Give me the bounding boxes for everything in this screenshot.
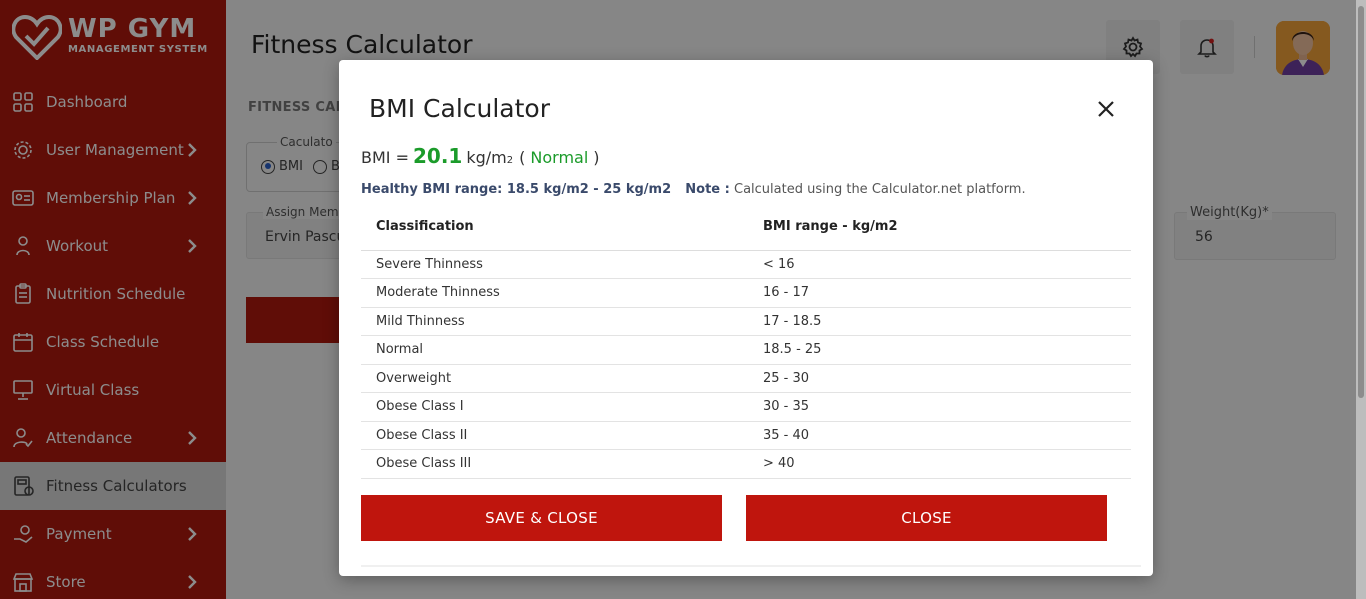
save-close-button[interactable]: SAVE & CLOSE — [361, 495, 722, 541]
table-row: Moderate Thinness 16 - 17 — [361, 278, 1131, 308]
table-row: Severe Thinness < 16 — [361, 250, 1131, 279]
table-cell: Obese Class II — [361, 421, 748, 450]
close-icon[interactable] — [1095, 98, 1117, 120]
table-row: Mild Thinness 17 - 18.5 — [361, 307, 1131, 336]
table-cell: Obese Class III — [361, 449, 748, 479]
table-cell: 25 - 30 — [748, 364, 1131, 393]
table-cell: > 40 — [748, 449, 1131, 479]
table-cell: Overweight — [361, 364, 748, 393]
table-cell: Obese Class I — [361, 392, 748, 422]
table-cell: 16 - 17 — [748, 278, 1131, 308]
table-row: Overweight 25 - 30 — [361, 364, 1131, 393]
table-cell: 18.5 - 25 — [748, 335, 1131, 365]
table-cell: Severe Thinness — [361, 250, 748, 279]
modal-footer-divider — [361, 565, 1141, 567]
close-button[interactable]: CLOSE — [746, 495, 1107, 541]
note-label: Note : — [685, 182, 730, 197]
bmi-status: Normal — [530, 148, 589, 167]
bmi-unit: kg/m — [466, 148, 507, 167]
table-row: Obese Class II 35 - 40 — [361, 421, 1131, 450]
bmi-status-close: ) — [593, 148, 600, 167]
table-cell: Mild Thinness — [361, 307, 748, 336]
table-header: Classification — [361, 204, 748, 251]
table-cell: 35 - 40 — [748, 421, 1131, 450]
table-cell: 30 - 35 — [748, 392, 1131, 422]
bmi-modal: BMI Calculator BMI = 20.1 kg/m 2 ( Normal… — [339, 60, 1153, 576]
healthy-range-line: Healthy BMI range: 18.5 kg/m2 - 25 kg/m2… — [361, 182, 1026, 197]
bmi-value: 20.1 — [413, 144, 463, 168]
bmi-unit-sup: 2 — [506, 155, 514, 166]
table-cell: Normal — [361, 335, 748, 365]
note-text: Calculated using the Calculator.net plat… — [734, 182, 1026, 197]
bmi-status-open: ( — [519, 148, 526, 167]
table-cell: 17 - 18.5 — [748, 307, 1131, 336]
table-row: Normal 18.5 - 25 — [361, 335, 1131, 365]
bmi-prefix: BMI = — [361, 148, 409, 167]
table-row: Obese Class III > 40 — [361, 449, 1131, 479]
table-header: BMI range - kg/m2 — [748, 204, 1131, 251]
table-header-row: Classification BMI range - kg/m2 — [361, 204, 1131, 251]
scrollbar-thumb[interactable] — [1358, 6, 1364, 398]
table-row: Obese Class I 30 - 35 — [361, 392, 1131, 422]
healthy-range: Healthy BMI range: 18.5 kg/m2 - 25 kg/m2 — [361, 182, 672, 197]
table-cell: < 16 — [748, 250, 1131, 279]
bmi-table: Classification BMI range - kg/m2 Severe … — [361, 204, 1131, 479]
modal-title: BMI Calculator — [369, 94, 550, 123]
page-scrollbar[interactable] — [1356, 0, 1366, 599]
table-cell: Moderate Thinness — [361, 278, 748, 308]
bmi-result: BMI = 20.1 kg/m 2 ( Normal ) — [361, 144, 600, 168]
